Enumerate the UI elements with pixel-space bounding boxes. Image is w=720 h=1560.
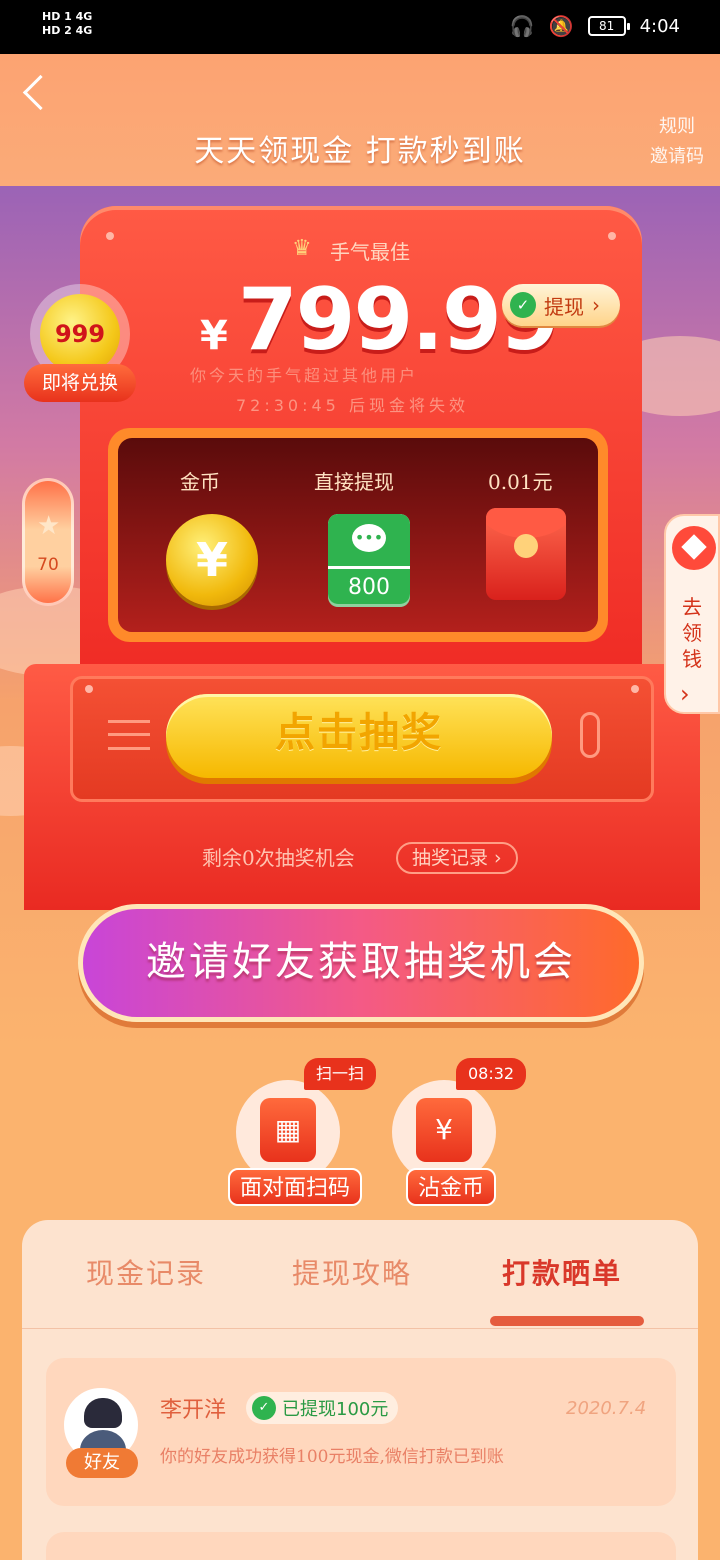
battery-icon: 81: [587, 16, 630, 36]
red-packet-icon: [486, 508, 566, 600]
record-name: 李开洋: [160, 1398, 227, 1423]
headphones-icon: 🎧: [509, 14, 535, 38]
scan-label[interactable]: 面对面扫码: [228, 1168, 363, 1206]
earn-money-tab[interactable]: 去领钱 ›: [664, 514, 720, 714]
page-title: 天天领现金 打款秒到账: [194, 134, 526, 169]
hero-subtitle: 你今天的手气超过其他用户: [190, 366, 419, 385]
prize-label-coin: 金币: [180, 470, 220, 494]
clock: 4:04: [639, 15, 680, 37]
timer-tag: 08:32: [456, 1058, 527, 1090]
capsule-widget[interactable]: ★ 70: [22, 478, 74, 606]
draw-record-button[interactable]: 抽奖记录 ›: [396, 842, 518, 874]
coin-slot: [580, 712, 600, 758]
wechat-icon: ✓: [510, 292, 536, 318]
invite-code-link[interactable]: 邀请码: [644, 142, 710, 172]
tab-payment-show[interactable]: 打款晒单: [502, 1252, 622, 1292]
coin-icon: ¥: [166, 514, 258, 606]
active-tab-indicator: [490, 1316, 644, 1326]
status-badge: ✓ 已提现100元: [246, 1392, 399, 1424]
prize-amount: ¥ 799.99: [200, 270, 560, 370]
remaining-chances: 剩余0次抽奖机会: [202, 846, 355, 870]
friend-tag: 好友: [66, 1448, 138, 1478]
crown-icon: ♛: [292, 236, 312, 261]
star-icon: ★: [37, 511, 61, 541]
mute-bell-icon: 🔕: [548, 14, 574, 38]
speaker-grill: [108, 720, 150, 750]
prize-label-cash: 直接提现: [314, 470, 394, 494]
gem-icon: [672, 526, 716, 570]
tab-cash-record[interactable]: 现金记录: [86, 1252, 206, 1292]
status-bar: HD 1 4G HD 2 4G 🎧 🔕 81 4:04: [0, 0, 720, 54]
exchange-tag[interactable]: 即将兑换: [24, 364, 136, 402]
withdraw-button[interactable]: ✓ 提现 ›: [502, 284, 620, 326]
header: 天天领现金 打款秒到账 规则 邀请码: [0, 54, 720, 186]
chevron-right-icon: ›: [680, 680, 690, 708]
records-tabs: 现金记录 提现攻略 打款晒单: [22, 1240, 698, 1320]
rules-link[interactable]: 规则: [644, 112, 710, 142]
chevron-right-icon: ›: [592, 293, 600, 317]
wechat-cash-icon: ••• 800: [328, 514, 410, 604]
record-message: 你的好友成功获得100元现金,微信打款已到账: [160, 1447, 504, 1467]
header-links: 规则 邀请码: [644, 112, 710, 172]
status-icons: 🎧 🔕 81 4:04: [510, 14, 680, 38]
prize-screen: 金币 直接提现 0.01元 ¥ ••• 800: [108, 428, 608, 642]
luck-label: 手气最佳: [330, 240, 410, 264]
scan-tag: 扫一扫: [304, 1058, 377, 1090]
collect-coins-label[interactable]: 沾金币: [406, 1168, 497, 1206]
list-item: [46, 1358, 676, 1506]
wechat-icon: ✓: [252, 1396, 276, 1420]
draw-button[interactable]: 点击抽奖: [166, 694, 552, 778]
invite-friends-button[interactable]: 邀请好友获取抽奖机会: [78, 904, 644, 1022]
qr-code-icon: ▦: [260, 1098, 316, 1162]
prize-label-packet: 0.01元: [488, 470, 553, 494]
hero-countdown: 72:30:45 后现金将失效: [236, 396, 469, 415]
list-item: [46, 1532, 676, 1560]
back-button[interactable]: [18, 74, 58, 114]
signal-indicators: HD 1 4G HD 2 4G: [42, 10, 93, 37]
record-date: 2020.7.4: [566, 1398, 647, 1419]
divider: [22, 1328, 698, 1329]
treasure-chest-icon: ¥: [416, 1098, 472, 1162]
tab-withdraw-guide[interactable]: 提现攻略: [292, 1252, 412, 1292]
